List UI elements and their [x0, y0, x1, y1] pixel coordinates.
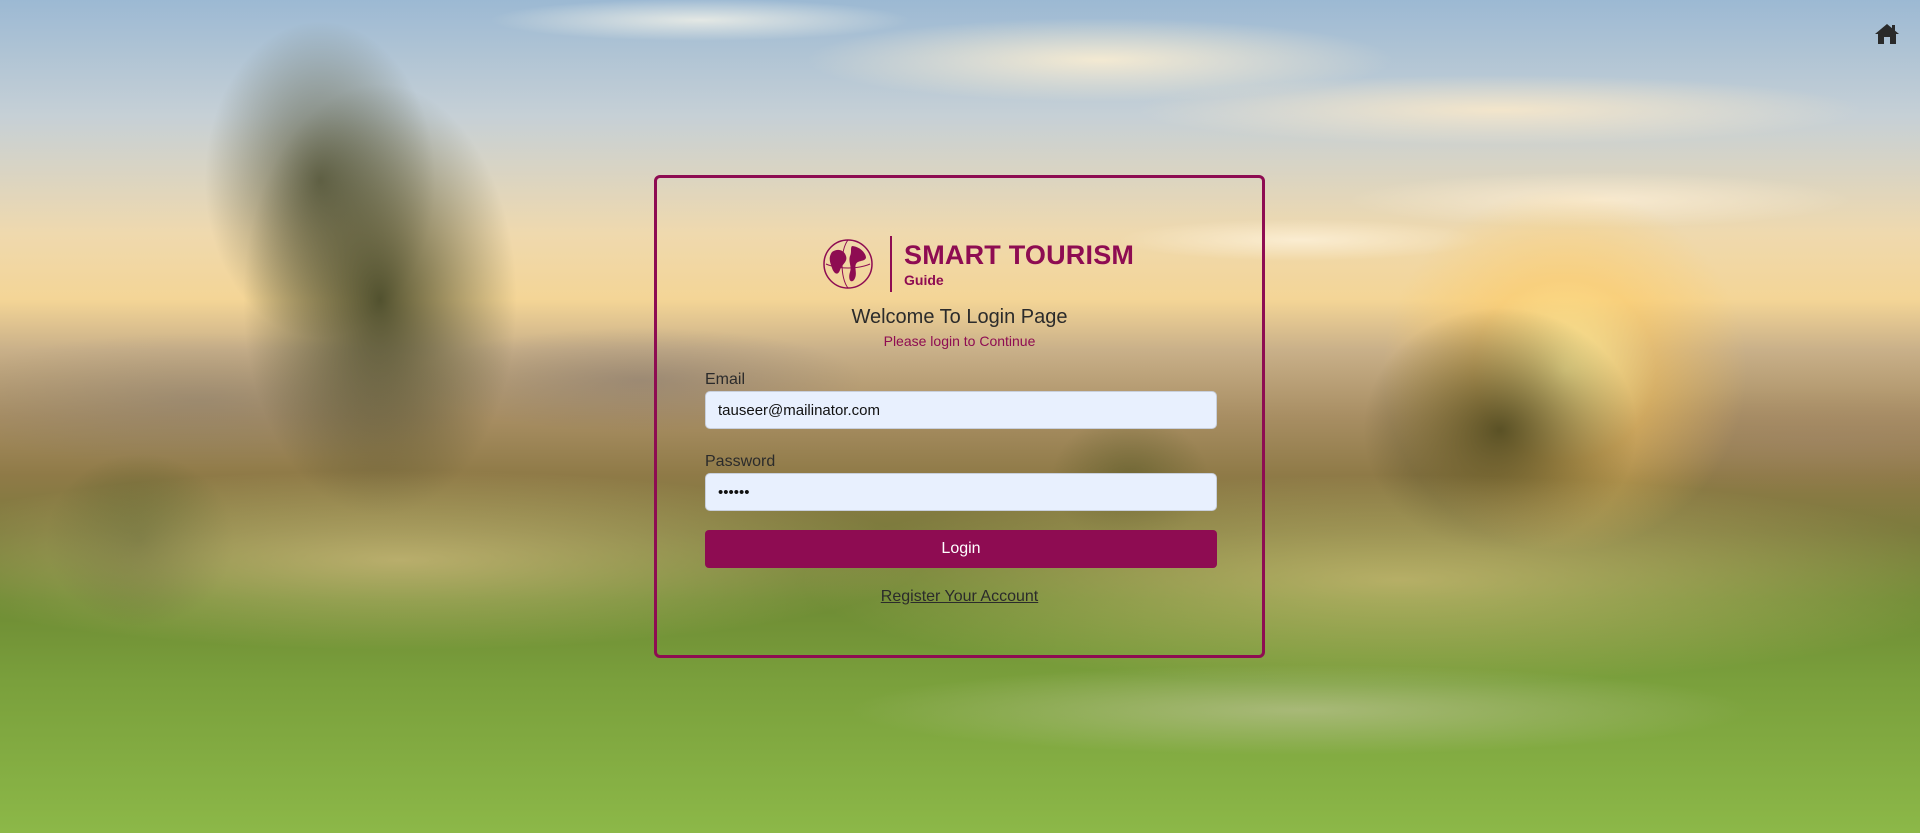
brand-title: SMART TOURISM: [904, 239, 1135, 270]
brand-subtitle: Guide: [904, 271, 944, 288]
brand-text: SMART TOURISM Guide: [904, 239, 1135, 288]
logo-divider: [890, 236, 892, 292]
brand-logo: SMART TOURISM Guide: [822, 235, 1134, 293]
page-title: Welcome To Login Page: [851, 306, 1068, 328]
page-subtitle: Please login to Continue: [883, 333, 1036, 349]
login-button[interactable]: Login: [705, 530, 1217, 568]
email-field[interactable]: [705, 391, 1217, 429]
login-page: SMART TOURISM Guide Welcome To Login Pag…: [0, 0, 1920, 833]
globe-icon: [823, 239, 873, 289]
password-label: Password: [705, 453, 776, 470]
password-field[interactable]: [705, 473, 1217, 511]
email-label: Email: [705, 371, 746, 388]
register-account-link[interactable]: Register Your Account: [657, 588, 1262, 606]
login-card: SMART TOURISM Guide Welcome To Login Pag…: [654, 175, 1265, 658]
home-icon[interactable]: [1874, 22, 1900, 46]
